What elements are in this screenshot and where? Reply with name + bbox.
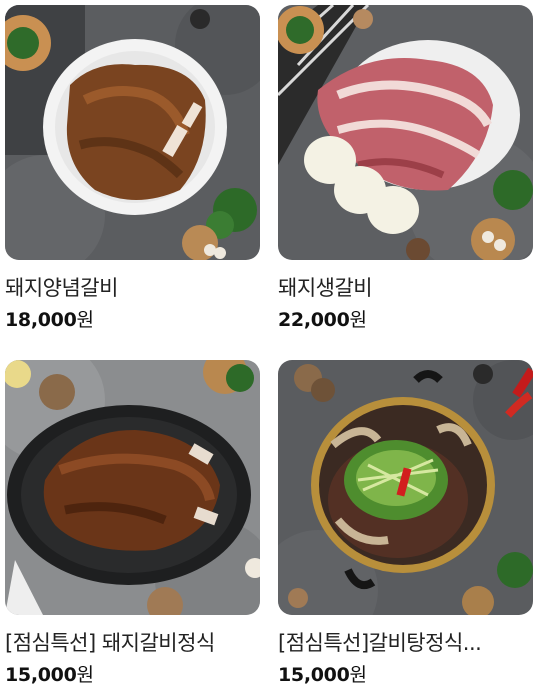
product-card[interactable]: [점심특선] 돼지갈비정식 15,000원 (5, 360, 260, 687)
price-amount: 18,000 (5, 309, 77, 331)
product-price: 15,000원 (278, 663, 533, 687)
product-card[interactable]: 돼지양념갈비 18,000원 (5, 5, 260, 332)
product-image[interactable] (5, 360, 260, 615)
product-name[interactable]: 돼지양념갈비 (5, 275, 260, 301)
product-price: 15,000원 (5, 663, 260, 687)
price-currency: 원 (76, 309, 94, 331)
product-name[interactable]: [점심특선]갈비탕정식... (278, 630, 533, 656)
product-image[interactable] (278, 5, 533, 260)
price-amount: 15,000 (278, 664, 350, 686)
price-currency: 원 (76, 664, 94, 686)
product-image[interactable] (5, 5, 260, 260)
product-card[interactable]: [점심특선]갈비탕정식... 15,000원 (278, 360, 533, 687)
product-grid: 돼지양념갈비 18,000원 돼지생갈비 22,000원 [점심특선] 돼지갈비… (0, 0, 538, 693)
product-name[interactable]: 돼지생갈비 (278, 275, 533, 301)
grilled-pork-ribs-platter-icon (5, 360, 260, 615)
product-price: 22,000원 (278, 308, 533, 332)
galbitang-hotpot-icon (278, 360, 533, 615)
price-amount: 22,000 (278, 309, 350, 331)
price-currency: 원 (349, 309, 367, 331)
marinated-pork-ribs-icon (5, 5, 260, 260)
product-price: 18,000원 (5, 308, 260, 332)
price-amount: 15,000 (5, 664, 77, 686)
product-card[interactable]: 돼지생갈비 22,000원 (278, 5, 533, 332)
product-name[interactable]: [점심특선] 돼지갈비정식 (5, 630, 260, 656)
raw-pork-ribs-icon (278, 5, 533, 260)
price-currency: 원 (349, 664, 367, 686)
product-image[interactable] (278, 360, 533, 615)
